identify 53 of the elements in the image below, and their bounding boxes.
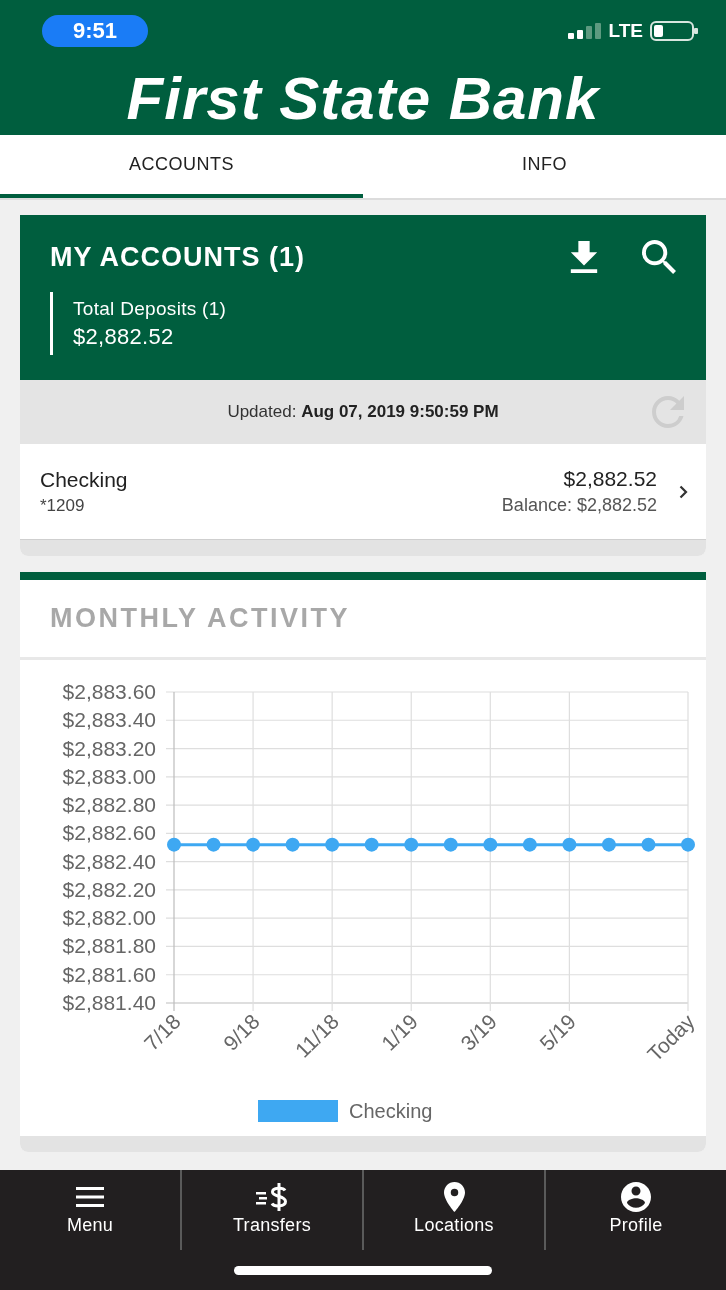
data-point [562,837,577,852]
x-axis-label: 5/19 [535,1009,581,1055]
y-axis-label: $2,882.00 [62,906,156,930]
data-point [404,837,419,852]
data-point [285,837,300,852]
data-point [483,837,498,852]
data-point [167,837,181,852]
download-icon[interactable] [570,241,598,273]
updated-text: Updated: Aug 07, 2019 9:50:59 PM [227,402,499,422]
nav-button[interactable]: Transfers [182,1170,364,1250]
data-point [681,837,695,852]
nav-button[interactable]: Profile [546,1170,726,1250]
menu-icon [76,1187,104,1207]
legend-label: Checking [349,1100,433,1122]
y-axis-label: $2,883.40 [62,708,156,732]
account-balance: Balance: $2,882.52 [501,495,657,516]
data-point [325,837,340,852]
total-label: Total Deposits (1) [73,297,227,320]
y-axis-label: $2,882.60 [62,821,156,845]
card-title: MY ACCOUNTS (1) [50,241,305,273]
y-axis-label: $2,881.60 [62,962,156,986]
data-point [641,837,656,852]
battery-icon [650,21,698,41]
y-axis-label: $2,881.80 [62,934,156,958]
x-axis-label: 9/18 [218,1009,264,1055]
data-point [443,837,458,852]
y-axis-label: $2,883.20 [62,736,156,760]
y-axis-label: $2,882.40 [62,849,156,873]
y-axis-label: $2,883.60 [62,680,156,703]
total-amount: $2,882.52 [73,323,174,350]
account-amount: $2,882.52 [563,467,657,491]
nav-button[interactable]: Menu [0,1170,182,1250]
network-label: LTE [608,20,643,42]
chevron-right-icon [679,484,688,499]
data-point [206,837,221,852]
x-axis-label: 3/19 [455,1009,502,1055]
data-point [246,837,261,852]
status-time: 9:51 [42,15,148,47]
account-name: Checking [40,467,128,492]
map-pin-icon [443,1182,465,1212]
account-number: *1209 [40,495,85,516]
y-axis-label: $2,882.20 [62,877,156,901]
data-point [601,837,616,852]
nav-button[interactable]: Locations [364,1170,546,1250]
signal-icon [567,23,602,39]
search-icon[interactable] [642,240,676,274]
dollar-lines-icon [256,1183,288,1211]
data-point [364,837,379,852]
y-axis-label: $2,883.00 [62,764,156,788]
card-title: MONTHLY ACTIVITY [50,603,351,634]
data-point [522,837,537,852]
y-axis-label: $2,882.80 [62,793,156,817]
bank-logo: First State Bank [126,68,600,129]
